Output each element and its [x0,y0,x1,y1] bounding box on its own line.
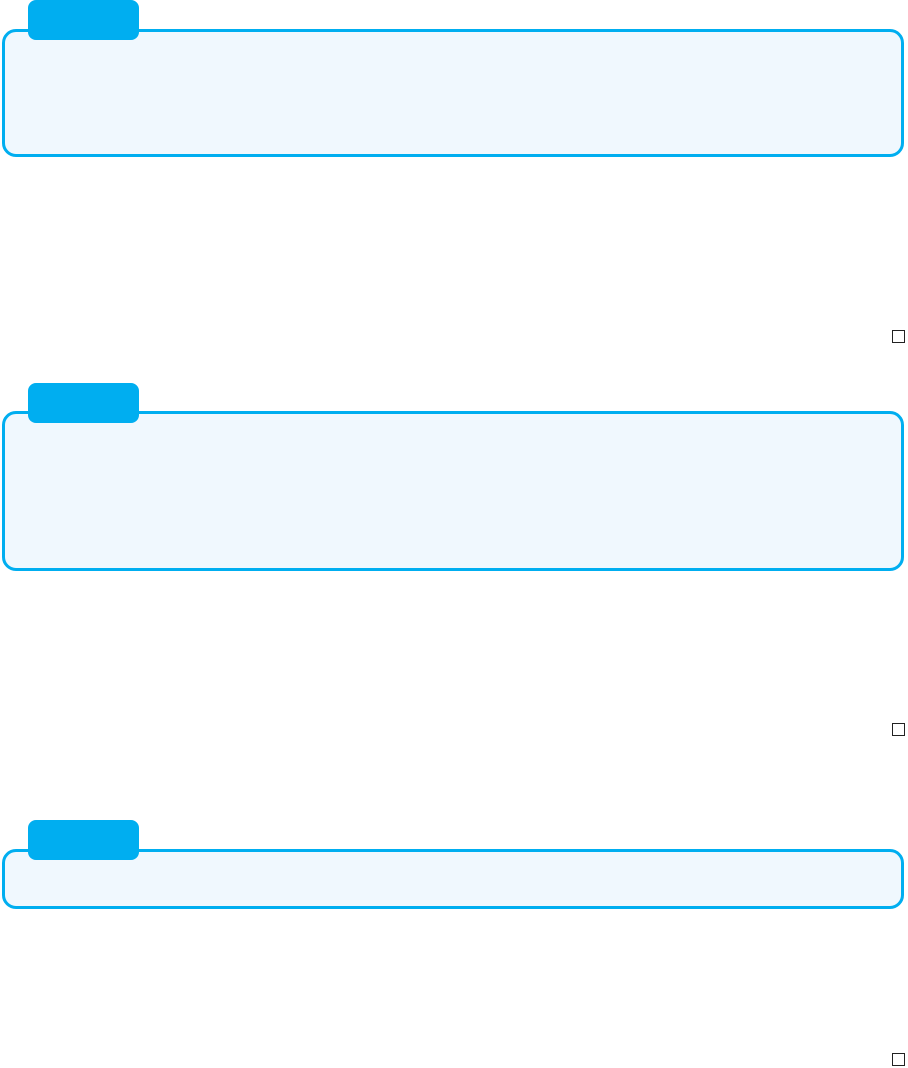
callout-tab-label [28,0,139,40]
answer-checkbox-2[interactable] [892,723,905,736]
callout-box [2,849,904,909]
callout-box [2,29,904,157]
callout-tab-label [28,383,139,423]
callout-box [2,411,904,571]
answer-checkbox-3[interactable] [892,1053,905,1066]
answer-checkbox-1[interactable] [892,330,905,343]
callout-tab-label [28,820,139,860]
